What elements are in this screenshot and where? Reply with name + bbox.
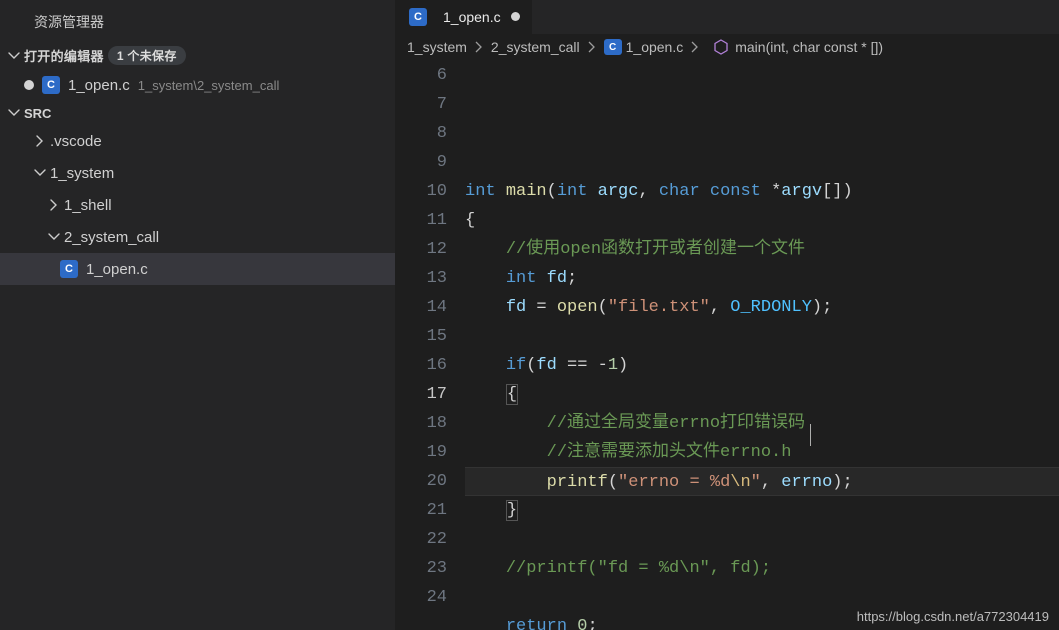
- tree-file-open-c[interactable]: C 1_open.c: [0, 253, 395, 285]
- breadcrumb-symbol[interactable]: main(int, char const * []): [735, 39, 883, 55]
- editor-pane: C 1_open.c 1_system 2_system_call C 1_op…: [395, 0, 1059, 630]
- tree-folder-vscode[interactable]: .vscode: [0, 125, 395, 157]
- tree-folder-syscall[interactable]: 2_system_call: [0, 221, 395, 253]
- open-editors-header[interactable]: 打开的编辑器 1 个未保存: [0, 42, 395, 69]
- c-file-icon: C: [42, 76, 60, 94]
- breadcrumb-item[interactable]: 1_system: [407, 39, 467, 55]
- code-editor[interactable]: 6789101112131415161718192021222324 int m…: [395, 61, 1059, 630]
- breadcrumb-item[interactable]: 2_system_call: [491, 39, 580, 55]
- tree-label: .vscode: [50, 133, 102, 150]
- unsaved-badge: 1 个未保存: [108, 46, 186, 65]
- symbol-method-icon: [713, 39, 729, 55]
- tab-name: 1_open.c: [443, 9, 501, 25]
- tree-folder-shell[interactable]: 1_shell: [0, 189, 395, 221]
- watermark: https://blog.csdn.net/a772304419: [857, 609, 1049, 624]
- tree-label: 1_shell: [64, 197, 112, 214]
- text-cursor: [810, 424, 811, 446]
- tree-label: 1_system: [50, 165, 114, 182]
- tab-1-open-c[interactable]: C 1_open.c: [395, 0, 533, 34]
- dirty-indicator-icon: [24, 80, 34, 90]
- open-editor-item[interactable]: C 1_open.c 1_system\2_system_call: [0, 69, 395, 101]
- breadcrumb[interactable]: 1_system 2_system_call C 1_open.c main(i…: [395, 34, 1059, 61]
- c-file-icon: C: [60, 260, 78, 278]
- folder-root-header[interactable]: SRC: [0, 101, 395, 125]
- chevron-right-icon: [32, 133, 48, 149]
- chevron-down-icon: [46, 229, 62, 245]
- file-tree: .vscode 1_system 1_shell 2_system_call: [0, 125, 395, 285]
- breadcrumb-item[interactable]: 1_open.c: [626, 39, 684, 55]
- tab-bar: C 1_open.c: [395, 0, 1059, 34]
- tree-folder-system[interactable]: 1_system: [0, 157, 395, 189]
- chevron-down-icon: [6, 105, 22, 121]
- explorer-sidebar: 资源管理器 打开的编辑器 1 个未保存 C 1_open.c 1_system\…: [0, 0, 395, 630]
- line-gutter: 6789101112131415161718192021222324: [395, 61, 465, 630]
- c-file-icon: C: [409, 8, 427, 26]
- open-editor-path: 1_system\2_system_call: [138, 78, 280, 93]
- dirty-indicator-icon: [511, 12, 520, 21]
- chevron-right-icon: [473, 41, 485, 53]
- open-editors-list: C 1_open.c 1_system\2_system_call: [0, 69, 395, 101]
- folder-root-label: SRC: [24, 106, 51, 121]
- chevron-down-icon: [6, 48, 22, 64]
- c-file-icon: C: [604, 39, 622, 55]
- open-editors-label: 打开的编辑器: [24, 46, 104, 65]
- chevron-right-icon: [586, 41, 598, 53]
- chevron-right-icon: [689, 41, 701, 53]
- tree-label: 1_open.c: [86, 261, 148, 278]
- code-area[interactable]: int main(int argc, char const *argv[]){ …: [465, 61, 1059, 630]
- tree-label: 2_system_call: [64, 229, 159, 246]
- chevron-down-icon: [32, 165, 48, 181]
- chevron-right-icon: [46, 197, 62, 213]
- open-editor-name: 1_open.c: [68, 77, 130, 94]
- explorer-title: 资源管理器: [0, 0, 395, 42]
